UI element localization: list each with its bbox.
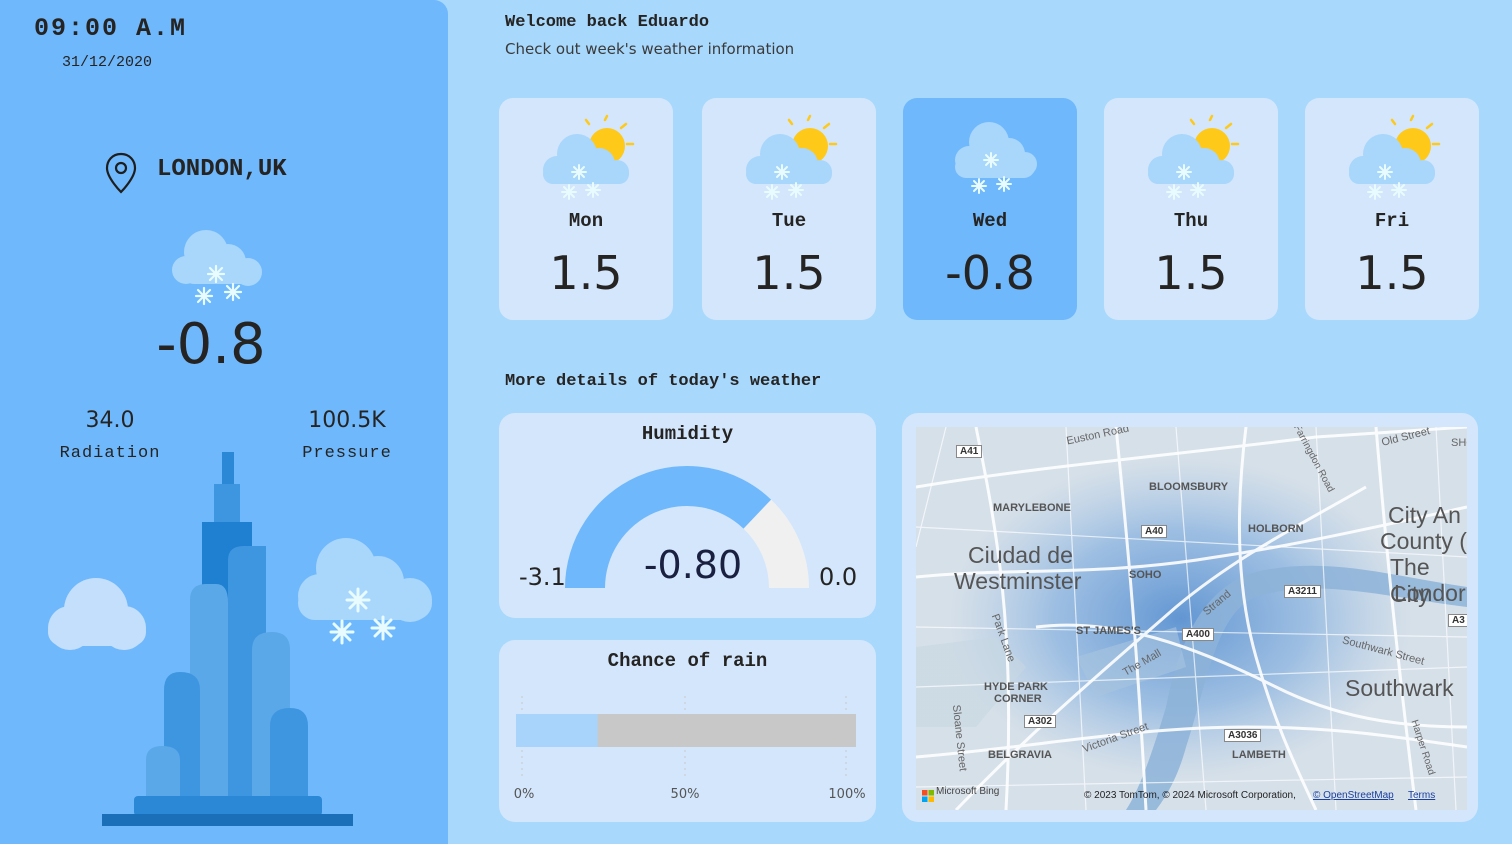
map-label-belgravia: BELGRAVIA: [988, 749, 1052, 761]
day-temperature: 1.5: [752, 246, 826, 300]
day-name: Thu: [1173, 210, 1209, 232]
radiation-value: 34.0: [85, 408, 135, 433]
map-label-bloomsbury: BLOOMSBURY: [1149, 481, 1229, 493]
rain-chance-card: Chance of rain 0% 50% 100%: [499, 640, 876, 822]
welcome-subtitle: Check out week's weather information: [505, 40, 795, 58]
welcome-heading: Welcome back Eduardo: [505, 13, 710, 32]
sun-snow-cloud-icon: [537, 114, 637, 208]
day-temperature: 1.5: [1154, 246, 1228, 300]
details-heading: More details of today's weather: [505, 372, 822, 391]
map-terms-link[interactable]: Terms: [1408, 790, 1435, 801]
day-name: Wed: [972, 210, 1008, 232]
map-label-hyde-park-2: CORNER: [994, 693, 1042, 705]
map-label-westminster-1: Ciudad de: [968, 542, 1073, 568]
day-name: Tue: [771, 210, 807, 232]
current-date: 31/12/2020: [62, 54, 153, 71]
map-label-southwark: Southwark: [1345, 675, 1454, 701]
gauge-min-label: -3.1: [519, 563, 566, 591]
osm-link[interactable]: © OpenStreetMap: [1313, 790, 1394, 801]
day-card-fri[interactable]: Fri 1.5: [1305, 98, 1479, 320]
sun-snow-cloud-icon: [740, 114, 840, 208]
road-badge-a3211: A3211: [1284, 585, 1321, 598]
map-label-shc: SHC: [1451, 437, 1467, 449]
map-pin-icon: [104, 152, 138, 198]
rain-bar-fill: [516, 714, 598, 747]
rain-tick-0: 0%: [513, 787, 535, 802]
location-name: LONDON,UK: [157, 156, 287, 183]
snow-cloud-icon: [941, 114, 1041, 208]
map-label-city-2: County (: [1380, 528, 1467, 554]
map-label-westminster-2: Westminster: [954, 568, 1082, 594]
road-badge-a3036: A3036: [1224, 729, 1262, 742]
map-label-lambeth: LAMBETH: [1232, 749, 1286, 761]
map-label-city-4: Londor: [1394, 580, 1466, 606]
day-card-mon[interactable]: Mon 1.5: [499, 98, 673, 320]
rain-tick-100: 100%: [828, 787, 866, 802]
gauge-max-label: 0.0: [819, 563, 858, 591]
london-map[interactable]: Euston Road Old Street SHC Farringdon Ro…: [916, 427, 1467, 810]
sun-snow-cloud-icon: [1343, 114, 1443, 208]
road-badge-a40: A40: [1141, 525, 1168, 538]
clock-time: 09:00 A.M: [34, 14, 188, 43]
day-temperature: -0.8: [945, 246, 1035, 300]
pressure-value: 100.5K: [308, 408, 386, 433]
city-skyline-illustration: [40, 450, 440, 834]
day-card-thu[interactable]: Thu 1.5: [1104, 98, 1278, 320]
road-badge-a302: A302: [1024, 715, 1056, 728]
map-label-marylebone: MARYLEBONE: [993, 502, 1071, 514]
sidebar-panel: 09:00 A.M 31/12/2020 LONDON,UK -0.8 34.0: [0, 0, 448, 844]
day-temperature: 1.5: [549, 246, 623, 300]
day-name: Fri: [1374, 210, 1410, 232]
map-label-hyde-park-1: HYDE PARK: [984, 681, 1048, 693]
day-card-tue[interactable]: Tue 1.5: [702, 98, 876, 320]
bing-logo-icon: [922, 787, 934, 806]
day-card-wed[interactable]: Wed -0.8: [903, 98, 1077, 320]
road-badge-a41: A41: [956, 445, 983, 458]
snow-cloud-icon: [166, 226, 276, 310]
map-logo-text: Microsoft Bing: [936, 786, 1000, 797]
gauge-value: -0.80: [643, 543, 743, 587]
map-label-holborn: HOLBORN: [1248, 523, 1304, 535]
day-name: Mon: [568, 210, 604, 232]
humidity-card: Humidity -3.1 0.0 -0.80: [499, 413, 876, 618]
map-label-st-james: ST JAMES'S: [1076, 625, 1141, 637]
sun-snow-cloud-icon: [1142, 114, 1242, 208]
day-temperature: 1.5: [1355, 246, 1429, 300]
map-copyright: © 2023 TomTom, © 2024 Microsoft Corporat…: [1084, 790, 1296, 801]
map-label-city-1: City An: [1388, 502, 1461, 528]
road-badge-a3: A3: [1448, 614, 1467, 627]
road-badge-a400: A400: [1182, 628, 1214, 641]
today-temperature: -0.8: [156, 312, 266, 377]
map-label-soho: SOHO: [1129, 569, 1162, 581]
rain-tick-50: 50%: [670, 787, 700, 802]
